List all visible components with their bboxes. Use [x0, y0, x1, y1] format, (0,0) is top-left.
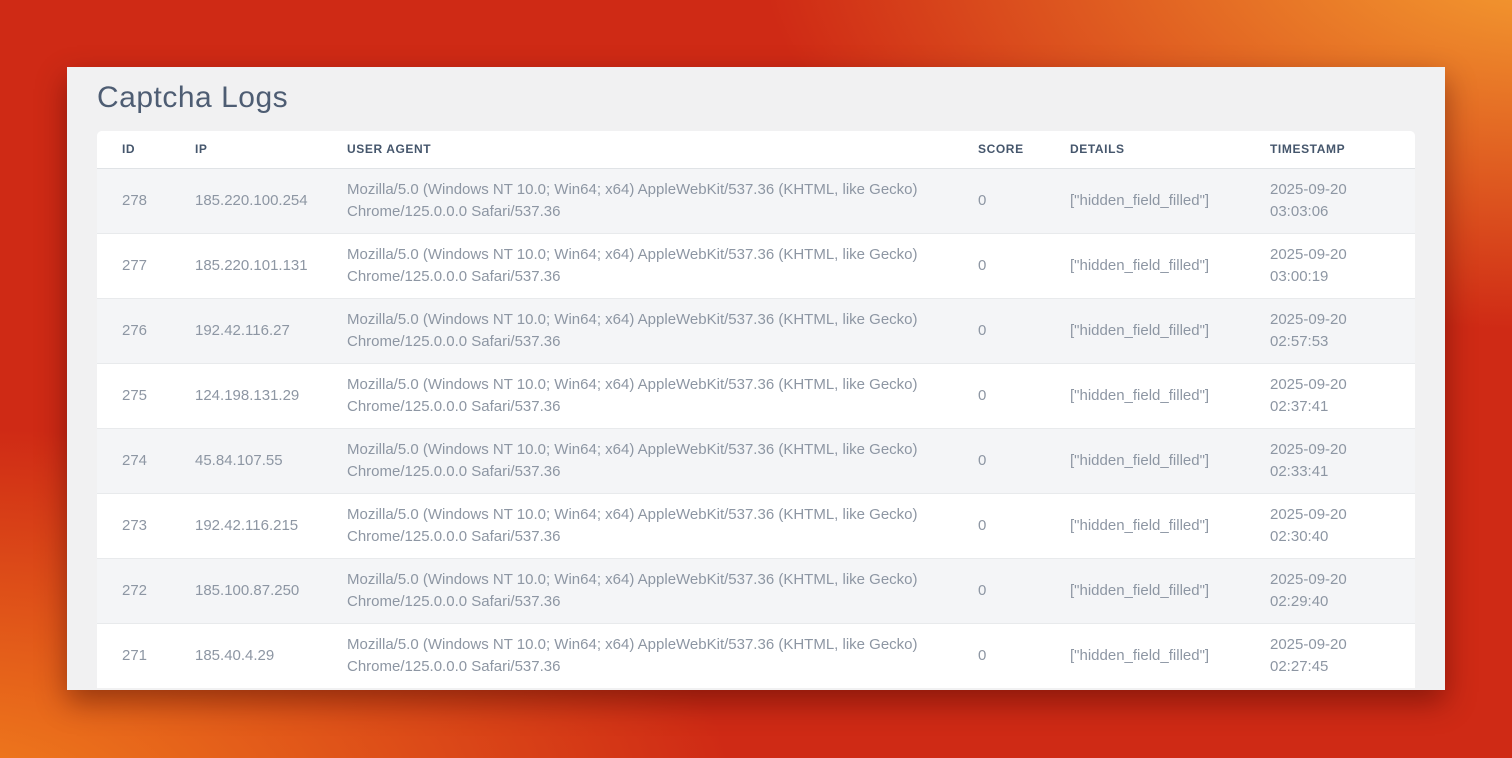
cell-id: 273 [97, 493, 170, 558]
column-header-user-agent: USER AGENT [322, 131, 953, 168]
cell-details: ["hidden_field_filled"] [1045, 493, 1245, 558]
cell-timestamp: 2025-09-20 02:33:41 [1245, 428, 1415, 493]
cell-ip: 192.42.116.215 [170, 493, 322, 558]
cell-id: 277 [97, 233, 170, 298]
cell-timestamp: 2025-09-20 03:03:06 [1245, 168, 1415, 233]
cell-details: ["hidden_field_filled"] [1045, 233, 1245, 298]
table-row: 278 185.220.100.254 Mozilla/5.0 (Windows… [97, 168, 1415, 233]
cell-ip: 185.100.87.250 [170, 558, 322, 623]
cell-ip: 185.220.100.254 [170, 168, 322, 233]
cell-details: ["hidden_field_filled"] [1045, 623, 1245, 688]
cell-score: 0 [953, 233, 1045, 298]
cell-details: ["hidden_field_filled"] [1045, 168, 1245, 233]
cell-timestamp: 2025-09-20 02:37:41 [1245, 363, 1415, 428]
cell-user-agent: Mozilla/5.0 (Windows NT 10.0; Win64; x64… [322, 623, 953, 688]
cell-ip: 185.40.4.29 [170, 623, 322, 688]
cell-score: 0 [953, 168, 1045, 233]
cell-score: 0 [953, 623, 1045, 688]
cell-timestamp: 2025-09-20 02:57:53 [1245, 298, 1415, 363]
cell-user-agent: Mozilla/5.0 (Windows NT 10.0; Win64; x64… [322, 168, 953, 233]
cell-details: ["hidden_field_filled"] [1045, 363, 1245, 428]
cell-ip: 185.220.101.131 [170, 233, 322, 298]
cell-id: 271 [97, 623, 170, 688]
cell-details: ["hidden_field_filled"] [1045, 298, 1245, 363]
column-header-ip: IP [170, 131, 322, 168]
table-row: 272 185.100.87.250 Mozilla/5.0 (Windows … [97, 558, 1415, 623]
cell-timestamp: 2025-09-20 03:00:19 [1245, 233, 1415, 298]
page-background: { "page": { "title": "Captcha Logs" }, "… [0, 0, 1512, 758]
column-header-details: DETAILS [1045, 131, 1245, 168]
table-row: 271 185.40.4.29 Mozilla/5.0 (Windows NT … [97, 623, 1415, 688]
cell-id: 275 [97, 363, 170, 428]
cell-score: 0 [953, 558, 1045, 623]
captcha-log-table: ID IP USER AGENT SCORE DETAILS TIMESTAMP… [97, 131, 1415, 688]
cell-score: 0 [953, 298, 1045, 363]
table-row: 277 185.220.101.131 Mozilla/5.0 (Windows… [97, 233, 1415, 298]
cell-score: 0 [953, 493, 1045, 558]
table-row: 273 192.42.116.215 Mozilla/5.0 (Windows … [97, 493, 1415, 558]
cell-user-agent: Mozilla/5.0 (Windows NT 10.0; Win64; x64… [322, 428, 953, 493]
cell-score: 0 [953, 363, 1045, 428]
cell-id: 278 [97, 168, 170, 233]
cell-score: 0 [953, 428, 1045, 493]
cell-timestamp: 2025-09-20 02:27:45 [1245, 623, 1415, 688]
table-row: 276 192.42.116.27 Mozilla/5.0 (Windows N… [97, 298, 1415, 363]
captcha-logs-card: Captcha Logs ID IP USER AGENT SCORE DETA… [67, 67, 1445, 690]
cell-id: 274 [97, 428, 170, 493]
cell-user-agent: Mozilla/5.0 (Windows NT 10.0; Win64; x64… [322, 363, 953, 428]
cell-ip: 45.84.107.55 [170, 428, 322, 493]
cell-user-agent: Mozilla/5.0 (Windows NT 10.0; Win64; x64… [322, 493, 953, 558]
cell-ip: 124.198.131.29 [170, 363, 322, 428]
cell-timestamp: 2025-09-20 02:30:40 [1245, 493, 1415, 558]
table-row: 275 124.198.131.29 Mozilla/5.0 (Windows … [97, 363, 1415, 428]
table-header-row: ID IP USER AGENT SCORE DETAILS TIMESTAMP [97, 131, 1415, 168]
log-table-container: ID IP USER AGENT SCORE DETAILS TIMESTAMP… [97, 131, 1415, 688]
table-row: 274 45.84.107.55 Mozilla/5.0 (Windows NT… [97, 428, 1415, 493]
cell-user-agent: Mozilla/5.0 (Windows NT 10.0; Win64; x64… [322, 233, 953, 298]
cell-timestamp: 2025-09-20 02:29:40 [1245, 558, 1415, 623]
column-header-id: ID [97, 131, 170, 168]
log-table-body: 278 185.220.100.254 Mozilla/5.0 (Windows… [97, 168, 1415, 688]
cell-id: 276 [97, 298, 170, 363]
column-header-timestamp: TIMESTAMP [1245, 131, 1415, 168]
table-header: ID IP USER AGENT SCORE DETAILS TIMESTAMP [97, 131, 1415, 168]
cell-details: ["hidden_field_filled"] [1045, 428, 1245, 493]
cell-ip: 192.42.116.27 [170, 298, 322, 363]
cell-user-agent: Mozilla/5.0 (Windows NT 10.0; Win64; x64… [322, 298, 953, 363]
cell-id: 272 [97, 558, 170, 623]
column-header-score: SCORE [953, 131, 1045, 168]
page-title: Captcha Logs [97, 80, 1445, 116]
cell-user-agent: Mozilla/5.0 (Windows NT 10.0; Win64; x64… [322, 558, 953, 623]
cell-details: ["hidden_field_filled"] [1045, 558, 1245, 623]
